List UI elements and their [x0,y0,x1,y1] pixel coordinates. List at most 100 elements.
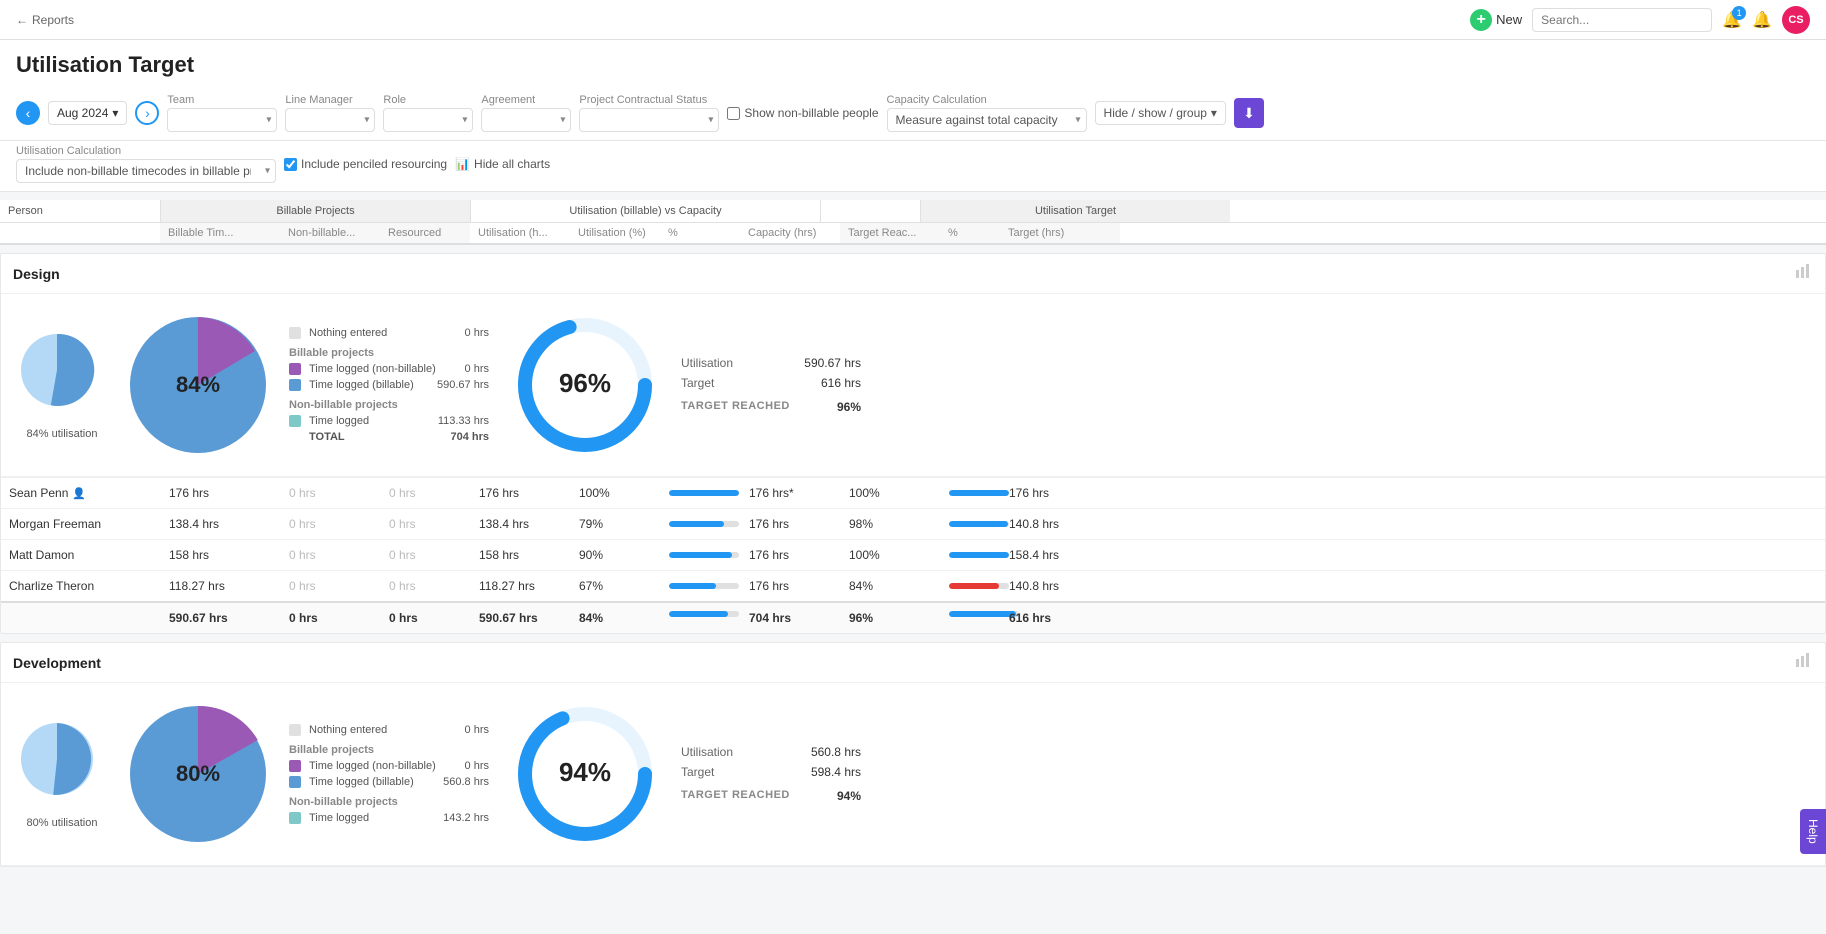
back-link[interactable]: ← Reports [16,13,74,27]
dev-stats: Utilisation 560.8 hrs Target 598.4 hrs T… [681,745,861,803]
target-bar-cell [941,544,1001,566]
donut-pct-label: 96% [559,368,611,398]
progress-fill [669,583,716,589]
show-non-billable-checkbox[interactable] [727,107,740,120]
col-h-target-reached: Target Reac... [840,223,940,243]
hide-show-group-label: Hide / show / group [1104,106,1207,120]
target-bar-cell [941,513,1001,535]
billable-logged-legend: Non-billable projects Time logged (billa… [289,379,489,391]
dev-nothing-legend: Nothing entered 0 hrs [289,724,489,736]
target-reached-cell: 100% [841,478,941,508]
agreement-filter-select[interactable] [481,108,571,132]
new-plus-icon: + [1470,9,1492,31]
include-penciled-checkbox[interactable] [284,158,297,171]
design-stats: Utilisation 590.67 hrs Target 616 hrs TA… [681,356,861,414]
col-h-target-hrs: Target (hrs) [1000,223,1120,243]
utilisation-col-group-label: Utilisation (billable) vs Capacity [569,205,721,217]
billable-col-group: Billable Projects [160,200,470,222]
dev-small-pie [17,719,97,799]
util-hrs-cell: 138.4 hrs [471,509,571,539]
total-legend: TOTAL 704 hrs [289,431,489,443]
back-link-label: Reports [32,13,74,27]
date-picker[interactable]: Aug 2024 ▾ [48,101,127,125]
hide-charts-button[interactable]: 📊 Hide all charts [455,157,550,171]
utilisation-stat-row: Utilisation 590.67 hrs [681,356,861,370]
person-cell: Morgan Freeman [1,509,161,539]
next-month-button[interactable]: › [135,101,159,125]
role-filter-select[interactable] [383,108,473,132]
role-filter-wrapper: Role [383,94,473,132]
line-manager-select[interactable] [285,108,375,132]
dev-target-row: Target 598.4 hrs [681,765,861,779]
top-bar-right: + New 🔔 1 🔔 CS [1470,6,1810,34]
development-charts-area: 80% utilisation 80% Nothing entered 0 hr… [1,683,1825,866]
new-button[interactable]: + New [1470,9,1522,31]
bar-cell [661,513,741,535]
design-section: Design 84% utilisation [0,253,1826,634]
non-billable-cell: 0 hrs [281,509,381,539]
show-non-billable-checkbox-label[interactable]: Show non-billable people [727,106,878,120]
utilisation-calc-select-wrap: Include non-billable timecodes in billab… [16,159,276,183]
search-input[interactable] [1532,8,1712,32]
billable-time-cell: 176 hrs [161,478,281,508]
progress-fill [669,521,724,527]
target-hrs-cell: 158.4 hrs [1001,540,1121,570]
person-cell: Charlize Theron [1,571,161,601]
new-button-label: New [1496,12,1522,27]
target-bar-cell [941,575,1001,597]
role-filter-select-wrap [383,108,473,132]
capacity-calc-filter-wrapper: Capacity Calculation Measure against tot… [887,94,1087,132]
progress-fill [669,552,732,558]
totals-resourced: 0 hrs [381,603,471,633]
non-billable-legend: Time logged (non-billable) 0 hrs [289,363,489,375]
avatar[interactable]: CS [1782,6,1810,34]
date-caret-icon: ▾ [112,106,118,120]
col-h-pct: % [660,223,740,243]
progress-fill [669,490,739,496]
totals-util-hrs: 590.67 hrs [471,603,571,633]
bell-icon[interactable]: 🔔 [1752,10,1772,30]
dev-billable-dot [289,776,301,788]
col-h-person [0,223,160,243]
nothing-entered-legend: Nothing entered 0 hrs [289,327,489,339]
util-pct-cell: 100% [571,478,661,508]
team-filter-select[interactable] [167,108,277,132]
filters-bar-2: Utilisation Calculation Include non-bill… [0,141,1826,192]
design-donut-wrap: 96% [505,310,665,460]
line-manager-label: Line Manager [285,94,375,106]
manager-icon: 👤 [72,487,86,500]
design-chart-toggle-button[interactable] [1795,262,1813,285]
hide-show-group-button[interactable]: Hide / show / group ▾ [1095,101,1226,125]
target-fill [949,521,1008,527]
target-col-group: Utilisation Target [920,200,1230,222]
design-big-pie: 84% [123,310,273,460]
progress-bar [669,552,739,558]
capacity-calc-select[interactable]: Measure against total capacity [887,108,1087,132]
table-row: Sean Penn 👤 176 hrs 0 hrs 0 hrs 176 hrs … [1,477,1825,508]
dev-time-logged-dot [289,812,301,824]
person-cell: Matt Damon [1,540,161,570]
contract-status-select[interactable] [579,108,719,132]
help-button[interactable]: Help [1800,809,1826,854]
totals-person-cell [1,603,161,633]
resourced-cell: 0 hrs [381,478,471,508]
notification-icon[interactable]: 🔔 1 [1722,10,1742,30]
development-chart-toggle-button[interactable] [1795,651,1813,674]
design-section-title: Design [13,266,60,282]
dev-legend: Nothing entered 0 hrs Billable projects … [289,724,489,824]
dev-time-logged-legend: Time logged 143.2 hrs [289,812,489,824]
target-reached-cell: 100% [841,540,941,570]
dev-nothing-dot [289,724,301,736]
col-headers: Billable Tim... Non-billable... Resource… [0,223,1826,245]
include-penciled-checkbox-label[interactable]: Include penciled resourcing [284,157,447,171]
totals-target-hrs: 616 hrs [1001,603,1121,633]
development-section: Development 80% utilisation 8 [0,642,1826,867]
col-h-capacity: Capacity (hrs) [740,223,840,243]
download-button[interactable]: ⬇ [1234,98,1264,128]
target-fill [949,490,1009,496]
utilisation-calc-select[interactable]: Include non-billable timecodes in billab… [16,159,276,183]
non-billable-cell: 0 hrs [281,540,381,570]
prev-month-button[interactable]: ‹ [16,101,40,125]
empty-col-group [820,200,920,222]
dev-non-billable-dot [289,760,301,772]
